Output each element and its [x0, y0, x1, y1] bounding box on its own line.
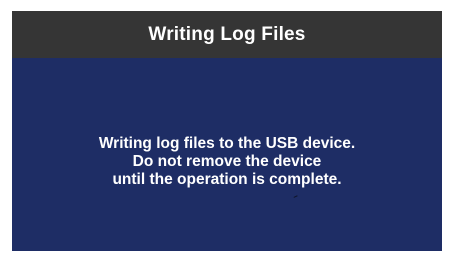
mouse-cursor-mark: [293, 195, 299, 200]
dialog-message: Writing log files to the USB device. Do …: [12, 135, 442, 189]
dialog-title: Writing Log Files: [148, 23, 306, 45]
writing-log-files-dialog: Writing Log Files Writing log files to t…: [12, 11, 442, 251]
message-line-1: Writing log files to the USB device.: [98, 135, 356, 152]
message-line-3: until the operation is complete.: [112, 171, 342, 188]
dialog-body: Writing log files to the USB device. Do …: [12, 58, 442, 251]
dialog-titlebar: Writing Log Files: [12, 11, 442, 58]
message-line-2: Do not remove the device: [132, 153, 322, 170]
